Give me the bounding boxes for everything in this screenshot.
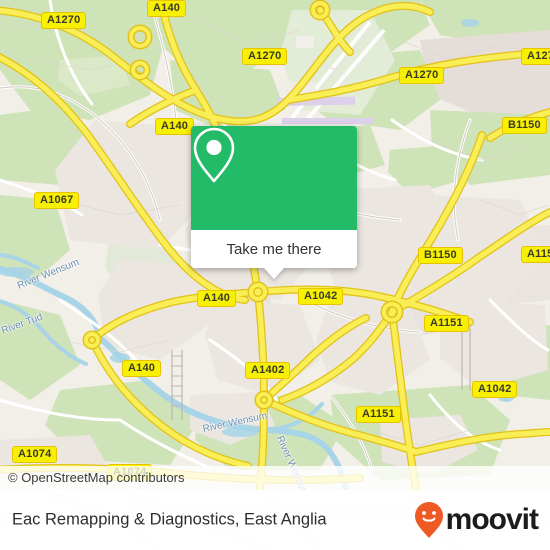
moovit-wordmark: moovit [445, 503, 539, 536]
road-shield: A140 [122, 360, 162, 377]
road-shield: A1402 [245, 362, 291, 379]
road-shield: A1270 [242, 48, 288, 65]
popup-header [191, 126, 357, 230]
footer-place-title: Eac Remapping & Diagnostics, East Anglia [12, 510, 327, 529]
road-shield: A1151 [521, 246, 550, 263]
moovit-pin-smiley-icon [414, 502, 443, 538]
road-shield: A140 [197, 290, 237, 307]
road-shield: A1074 [12, 446, 58, 463]
take-me-there-label: Take me there [226, 240, 322, 258]
road-shield: A1042 [472, 381, 518, 398]
road-shield: A1067 [34, 192, 80, 209]
road-shield: B1150 [418, 247, 463, 264]
map-canvas[interactable]: A1270 A140 A1270 A1270 A1270 B1150 A140 A1067 B1… [0, 0, 550, 490]
road-shield: A140 [155, 118, 195, 135]
map-pin-icon [193, 127, 235, 183]
road-shield: B1150 [502, 117, 547, 134]
popup-tail [263, 267, 285, 279]
osm-attribution[interactable]: © OpenStreetMap contributors [0, 466, 550, 490]
map-screenshot: A1270 A140 A1270 A1270 A1270 B1150 A140 A1067 B1… [0, 0, 550, 550]
road-shield: A1042 [298, 288, 344, 305]
footer-bar: Eac Remapping & Diagnostics, East Anglia… [0, 490, 550, 550]
road-shield: A1270 [41, 12, 87, 29]
road-shield: A1151 [424, 315, 469, 332]
take-me-there-button[interactable]: Take me there [191, 230, 357, 268]
road-shield: A1270 [521, 48, 550, 65]
location-popup[interactable]: Take me there [191, 126, 357, 279]
road-shield: A140 [147, 0, 187, 17]
road-shield: A1151 [356, 406, 401, 423]
moovit-logo[interactable]: moovit [414, 501, 539, 539]
road-shield: A1270 [399, 67, 445, 84]
